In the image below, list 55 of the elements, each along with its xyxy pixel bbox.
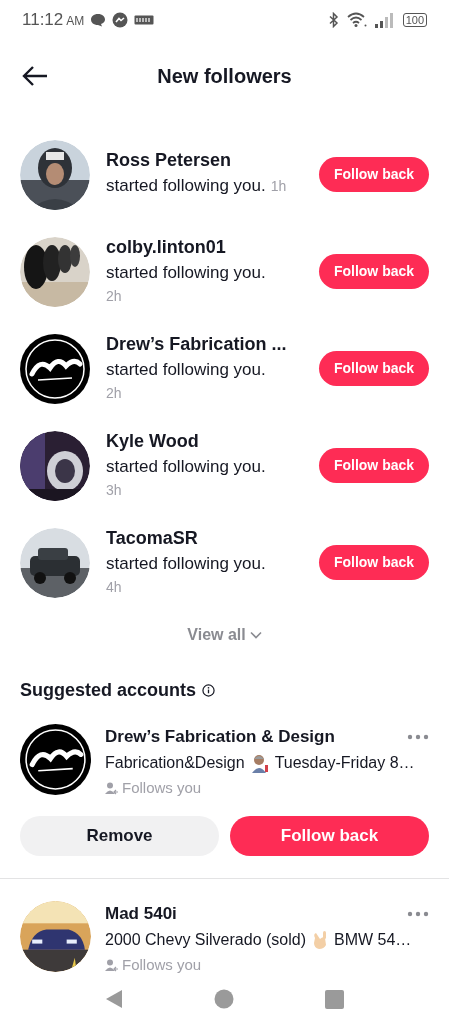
username[interactable]: Drew’s Fabrication ...	[106, 330, 303, 357]
bio-text: 2000 Chevy Silverado (sold)	[105, 930, 306, 950]
bio-text: Tuesday-Friday 8…	[274, 753, 415, 773]
follows-you-label: Follows you	[122, 778, 202, 798]
bio-text: BMW 54…	[334, 930, 412, 950]
time-ago: 4h	[106, 578, 122, 595]
username[interactable]: colby.linton01	[106, 233, 303, 260]
home-nav-icon[interactable]	[214, 989, 234, 1009]
remove-button[interactable]: Remove	[20, 816, 219, 856]
follow-message: started following you.	[106, 175, 266, 195]
person-icon	[105, 781, 119, 795]
account-name[interactable]: Mad 540i	[105, 901, 177, 927]
page-title: New followers	[157, 64, 292, 89]
time-ago: 1h	[270, 177, 287, 194]
back-nav-icon[interactable]	[105, 989, 124, 1009]
section-title: Suggested accounts	[20, 679, 197, 702]
bluetooth-icon	[328, 12, 339, 28]
follow-back-button[interactable]: Follow back	[319, 545, 429, 580]
account-name[interactable]: Drew’s Fabrication & Design	[105, 724, 335, 750]
time-ago: 2h	[106, 287, 122, 304]
time-ago: 2h	[106, 384, 122, 401]
username[interactable]: TacomaSR	[106, 524, 303, 551]
info-icon[interactable]	[202, 684, 216, 697]
username[interactable]: Ross Petersen	[106, 146, 303, 173]
signal-icon	[374, 12, 395, 28]
follow-message: started following you.	[106, 553, 266, 573]
follow-back-button[interactable]: Follow back	[319, 157, 429, 192]
follow-message: started following you.	[106, 262, 266, 282]
messenger-icon	[112, 12, 129, 28]
follow-back-button[interactable]: Follow back	[319, 448, 429, 483]
worker-emoji-icon	[249, 753, 270, 773]
chat-bubble-icon	[90, 13, 107, 27]
battery-level: 100	[402, 13, 427, 27]
wifi-icon	[346, 12, 367, 28]
follow-message: started following you.	[106, 359, 266, 379]
follow-back-button[interactable]: Follow back	[319, 351, 429, 386]
keyboard-icon	[134, 15, 155, 25]
follow-back-button[interactable]: Follow back	[319, 254, 429, 289]
hand-emoji-icon	[311, 930, 329, 950]
logo-icon	[20, 724, 91, 795]
follow-message: started following you.	[106, 456, 266, 476]
bio-text: Fabrication&Design	[105, 753, 245, 773]
username[interactable]: Kyle Wood	[106, 427, 303, 454]
chevron-down-icon	[249, 631, 262, 639]
recents-nav-icon[interactable]	[324, 989, 344, 1009]
back-arrow-icon[interactable]	[22, 66, 48, 86]
clock: 11:12	[22, 9, 64, 32]
follow-back-button[interactable]: Follow back	[230, 816, 429, 856]
logo-icon	[20, 333, 90, 404]
more-options-icon[interactable]	[407, 911, 429, 917]
clock-period: AM	[66, 13, 85, 31]
person-icon	[105, 958, 119, 972]
time-ago: 3h	[106, 481, 122, 498]
follows-you-label: Follows you	[122, 955, 202, 975]
more-options-icon[interactable]	[407, 734, 429, 740]
